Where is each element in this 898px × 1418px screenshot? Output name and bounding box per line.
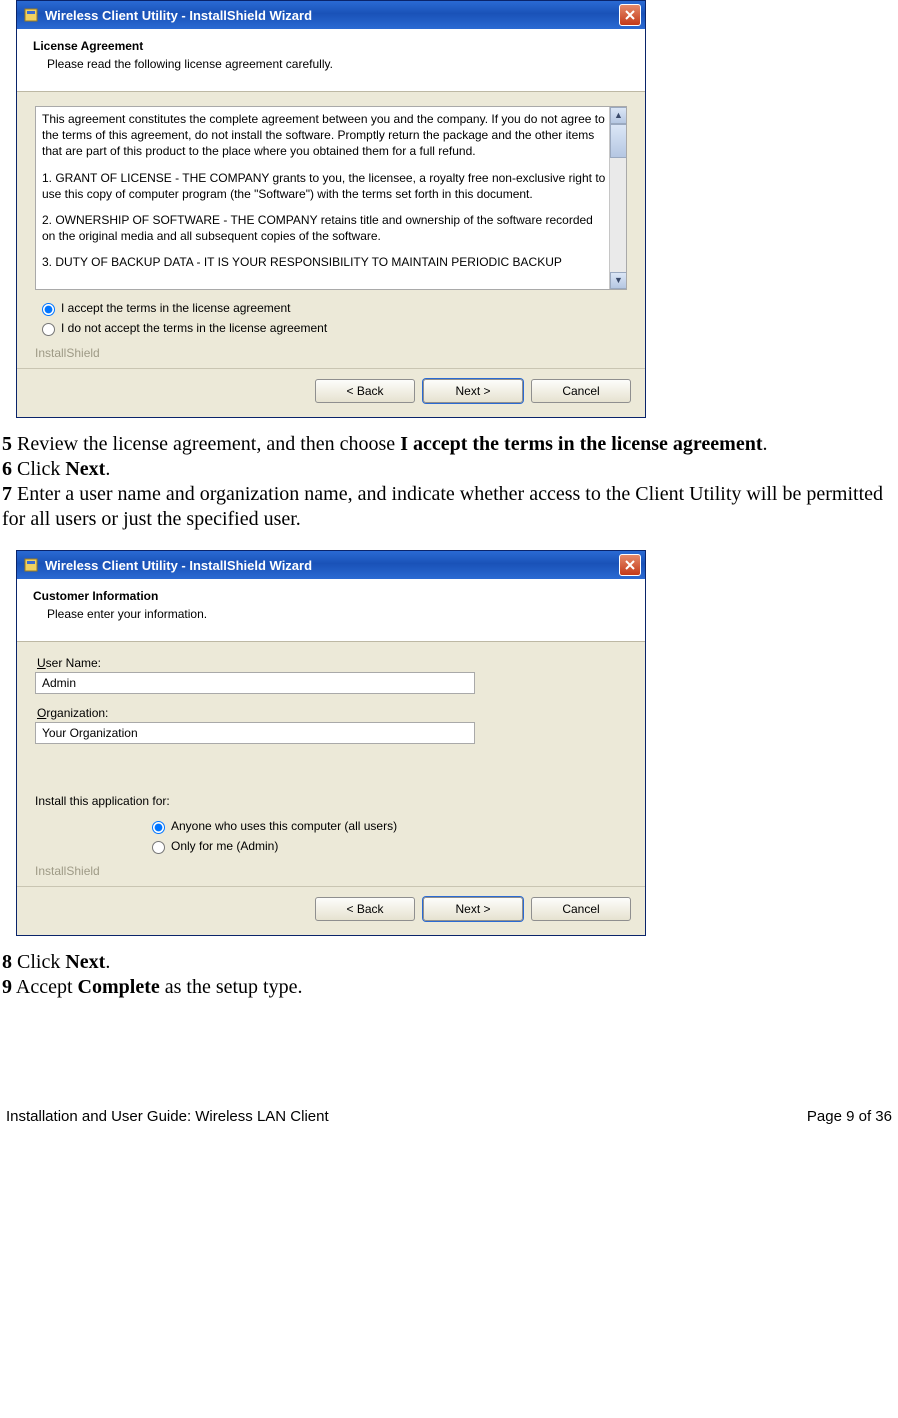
organization-group: OOrganization:rganization: — [35, 706, 627, 744]
license-textbox[interactable]: This agreement constitutes the complete … — [35, 106, 627, 290]
reject-radio-input[interactable] — [42, 323, 55, 336]
reject-radio-label: I do not accept the terms in the license… — [61, 321, 327, 335]
step-text: Enter a user name and organization name,… — [2, 483, 883, 530]
back-button[interactable]: < Back — [315, 379, 415, 403]
step-text: . — [105, 951, 110, 973]
dialog-body: UUser Name:ser Name: OOrganization:rgani… — [17, 642, 645, 886]
only-me-radio-label: Only for me (Admin) — [171, 839, 278, 853]
organization-label: OOrganization:rganization: — [37, 706, 627, 720]
all-users-radio-input[interactable] — [152, 821, 165, 834]
button-row: < Back Next > Cancel — [17, 886, 645, 935]
username-label: UUser Name:ser Name: — [37, 656, 627, 670]
footer-pagenum: Page 9 of 36 — [807, 1108, 892, 1125]
close-button[interactable] — [619, 554, 641, 576]
step-bold: Next — [65, 458, 105, 480]
step-number: 8 — [2, 951, 12, 973]
back-button[interactable]: < Back — [315, 897, 415, 921]
step-number: 5 — [2, 433, 12, 455]
step-text: Click — [12, 458, 65, 480]
scroll-thumb[interactable] — [610, 124, 627, 158]
step-bold: I accept the terms in the license agreem… — [400, 433, 762, 455]
cancel-button[interactable]: Cancel — [531, 379, 631, 403]
customer-info-dialog: Wireless Client Utility - InstallShield … — [16, 550, 646, 936]
cancel-button[interactable]: Cancel — [531, 897, 631, 921]
titlebar[interactable]: Wireless Client Utility - InstallShield … — [17, 1, 645, 29]
step-number: 6 — [2, 458, 12, 480]
step-text: Review the license agreement, and then c… — [12, 433, 400, 455]
next-button[interactable]: Next > — [423, 897, 523, 921]
only-me-radio[interactable]: Only for me (Admin) — [147, 838, 627, 854]
organization-field[interactable] — [35, 722, 475, 744]
brand-label: InstallShield — [35, 864, 627, 878]
step-text: . — [762, 433, 767, 455]
header-subtitle: Please read the following license agreem… — [47, 57, 629, 71]
titlebar[interactable]: Wireless Client Utility - InstallShield … — [17, 551, 645, 579]
license-paragraph: 1. GRANT OF LICENSE - THE COMPANY grants… — [42, 170, 606, 202]
accept-radio-input[interactable] — [42, 303, 55, 316]
license-paragraph: 2. OWNERSHIP OF SOFTWARE - THE COMPANY r… — [42, 212, 606, 244]
install-for-radios: Anyone who uses this computer (all users… — [145, 818, 627, 854]
instruction-block: 5 Review the license agreement, and then… — [2, 432, 896, 532]
scroll-up-icon[interactable]: ▲ — [610, 107, 627, 124]
license-dialog: Wireless Client Utility - InstallShield … — [16, 0, 646, 418]
scrollbar[interactable]: ▲ ▼ — [609, 107, 626, 289]
button-row: < Back Next > Cancel — [17, 368, 645, 417]
instruction-block: 8 Click Next. 9 Accept Complete as the s… — [2, 950, 896, 1000]
step-bold: Complete — [78, 976, 160, 998]
step-text: Accept — [12, 976, 78, 998]
step-number: 7 — [2, 483, 12, 505]
all-users-radio-label: Anyone who uses this computer (all users… — [171, 819, 397, 833]
step-text: Click — [12, 951, 65, 973]
next-button[interactable]: Next > — [423, 379, 523, 403]
step-bold: Next — [65, 951, 105, 973]
page-footer: Installation and User Guide: Wireless LA… — [0, 1100, 898, 1135]
accept-radio-label: I accept the terms in the license agreem… — [61, 301, 290, 315]
header-title: License Agreement — [33, 39, 629, 53]
brand-label: InstallShield — [35, 346, 627, 360]
step-text: . — [105, 458, 110, 480]
all-users-radio[interactable]: Anyone who uses this computer (all users… — [147, 818, 627, 834]
license-paragraph: This agreement constitutes the complete … — [42, 111, 606, 160]
footer-title: Installation and User Guide: Wireless LA… — [6, 1108, 329, 1125]
username-field[interactable] — [35, 672, 475, 694]
header-subtitle: Please enter your information. — [47, 607, 629, 621]
dialog-header: License Agreement Please read the follow… — [17, 29, 645, 92]
close-button[interactable] — [619, 4, 641, 26]
step-text: as the setup type. — [160, 976, 303, 998]
window-title: Wireless Client Utility - InstallShield … — [45, 558, 619, 573]
license-paragraph: 3. DUTY OF BACKUP DATA - IT IS YOUR RESP… — [42, 254, 606, 270]
scroll-down-icon[interactable]: ▼ — [610, 272, 627, 289]
reject-radio[interactable]: I do not accept the terms in the license… — [37, 320, 627, 336]
app-icon — [23, 557, 39, 573]
accept-radio[interactable]: I accept the terms in the license agreem… — [37, 300, 627, 316]
username-group: UUser Name:ser Name: — [35, 656, 627, 694]
dialog-header: Customer Information Please enter your i… — [17, 579, 645, 642]
app-icon — [23, 7, 39, 23]
install-for-label: Install this application for: — [35, 794, 627, 808]
window-title: Wireless Client Utility - InstallShield … — [45, 8, 619, 23]
step-number: 9 — [2, 976, 12, 998]
dialog-body: This agreement constitutes the complete … — [17, 92, 645, 368]
only-me-radio-input[interactable] — [152, 841, 165, 854]
header-title: Customer Information — [33, 589, 629, 603]
